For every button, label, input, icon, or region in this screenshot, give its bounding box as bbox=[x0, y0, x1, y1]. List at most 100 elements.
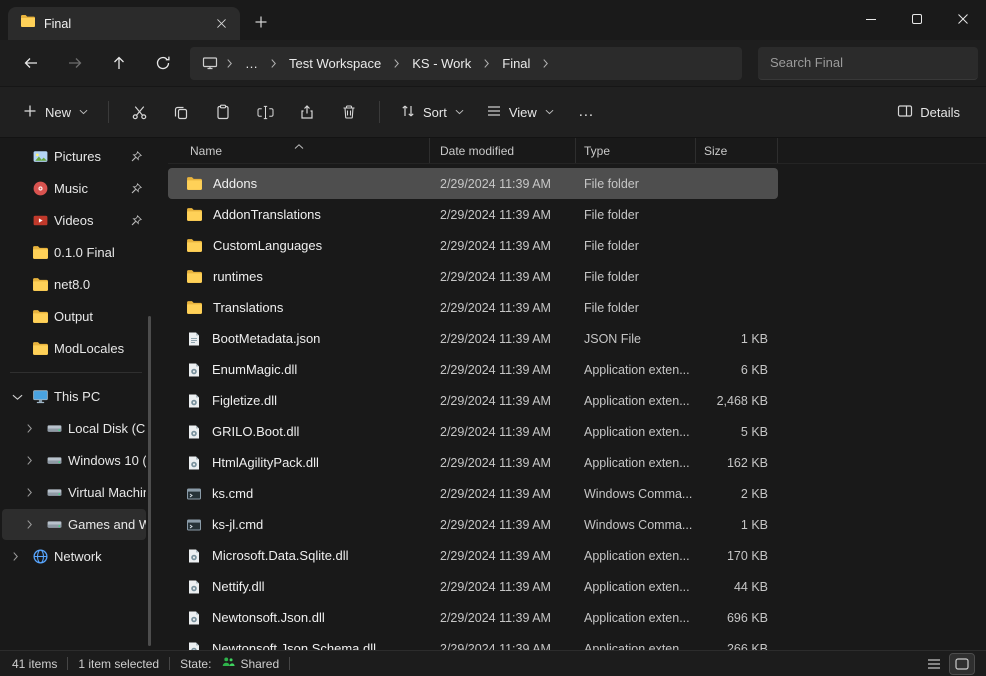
chevron-down-icon[interactable] bbox=[12, 393, 32, 401]
column-header-type[interactable]: Type bbox=[576, 138, 696, 163]
column-header-size[interactable]: Size bbox=[696, 138, 778, 163]
new-tab-button[interactable] bbox=[246, 7, 276, 37]
folder-icon bbox=[186, 206, 203, 223]
chevron-right-icon[interactable] bbox=[224, 58, 235, 69]
sidebar-item-net8-0[interactable]: net8.0 bbox=[2, 269, 146, 300]
drive-icon bbox=[46, 516, 68, 533]
file-date-modified: 2/29/2024 11:39 AM bbox=[430, 239, 576, 253]
status-divider bbox=[289, 657, 290, 670]
address-bar[interactable]: … Test Workspace KS - Work Final bbox=[190, 47, 742, 80]
file-row-addons[interactable]: Addons2/29/2024 11:39 AMFile folder bbox=[168, 168, 778, 199]
chevron-right-icon[interactable] bbox=[391, 58, 402, 69]
file-type: Application exten... bbox=[576, 611, 696, 625]
sidebar-item-windows-10-d[interactable]: Windows 10 (D bbox=[2, 445, 146, 476]
sort-button[interactable]: Sort bbox=[390, 94, 474, 130]
file-size: 170 KB bbox=[696, 549, 778, 563]
delete-button[interactable] bbox=[329, 94, 369, 130]
file-row-enummagic-dll[interactable]: EnumMagic.dll2/29/2024 11:39 AMApplicati… bbox=[168, 354, 778, 385]
file-name-cell: Newtonsoft.Json.dll bbox=[168, 610, 430, 626]
file-row-runtimes[interactable]: runtimes2/29/2024 11:39 AMFile folder bbox=[168, 261, 778, 292]
file-row-ks-jl-cmd[interactable]: ks-jl.cmd2/29/2024 11:39 AMWindows Comma… bbox=[168, 509, 778, 540]
file-row-ks-cmd[interactable]: ks.cmd2/29/2024 11:39 AMWindows Comma...… bbox=[168, 478, 778, 509]
file-row-newtonsoft-json-schema-dll[interactable]: Newtonsoft.Json.Schema.dll2/29/2024 11:3… bbox=[168, 633, 778, 650]
tab-final[interactable]: Final bbox=[8, 7, 240, 40]
tab-close-icon[interactable] bbox=[210, 13, 232, 35]
file-row-bootmetadata-json[interactable]: BootMetadata.json2/29/2024 11:39 AMJSON … bbox=[168, 323, 778, 354]
details-view-icon[interactable] bbox=[922, 654, 946, 674]
chevron-right-icon[interactable] bbox=[26, 423, 46, 434]
forward-button[interactable] bbox=[58, 47, 92, 79]
details-pane-button[interactable]: Details bbox=[887, 94, 970, 130]
sidebar-item-output[interactable]: Output bbox=[2, 301, 146, 332]
details-button-label: Details bbox=[920, 105, 960, 120]
monitor-icon[interactable] bbox=[196, 55, 222, 71]
column-header-name[interactable]: Name bbox=[168, 138, 430, 163]
sidebar-item-network[interactable]: Network bbox=[2, 541, 146, 572]
new-button[interactable]: New bbox=[12, 94, 98, 130]
file-size: 5 KB bbox=[696, 425, 778, 439]
file-row-translations[interactable]: Translations2/29/2024 11:39 AMFile folde… bbox=[168, 292, 778, 323]
up-button[interactable] bbox=[102, 47, 136, 79]
file-row-customlanguages[interactable]: CustomLanguages2/29/2024 11:39 AMFile fo… bbox=[168, 230, 778, 261]
sidebar-item-0-1-0-final[interactable]: 0.1.0 Final bbox=[2, 237, 146, 268]
chevron-right-icon[interactable] bbox=[26, 487, 46, 498]
sidebar-item-modlocales[interactable]: ModLocales bbox=[2, 333, 146, 364]
chevron-right-icon[interactable] bbox=[26, 455, 46, 466]
chevron-right-icon[interactable] bbox=[12, 551, 32, 562]
search-input[interactable] bbox=[758, 55, 978, 70]
chevron-right-icon[interactable] bbox=[26, 519, 46, 530]
pin-icon bbox=[130, 182, 146, 195]
sidebar-item-games-and-wo[interactable]: Games and Wo bbox=[2, 509, 146, 540]
copy-button[interactable] bbox=[161, 94, 201, 130]
file-date-modified: 2/29/2024 11:39 AM bbox=[430, 456, 576, 470]
file-row-nettify-dll[interactable]: Nettify.dll2/29/2024 11:39 AMApplication… bbox=[168, 571, 778, 602]
breadcrumb-test-workspace[interactable]: Test Workspace bbox=[281, 52, 389, 75]
file-row-grilo-boot-dll[interactable]: GRILO.Boot.dll2/29/2024 11:39 AMApplicat… bbox=[168, 416, 778, 447]
details-pane-icon bbox=[897, 103, 913, 122]
back-button[interactable] bbox=[14, 47, 48, 79]
paste-button[interactable] bbox=[203, 94, 243, 130]
large-icons-view-icon[interactable] bbox=[950, 654, 974, 674]
rename-button[interactable] bbox=[245, 94, 285, 130]
minimize-button[interactable] bbox=[848, 0, 894, 38]
videos-icon bbox=[32, 212, 54, 229]
sidebar-item-pictures[interactable]: Pictures bbox=[2, 141, 146, 172]
file-type: Windows Comma... bbox=[576, 518, 696, 532]
breadcrumb-overflow[interactable]: … bbox=[237, 52, 266, 75]
breadcrumb-ks-work[interactable]: KS - Work bbox=[404, 52, 479, 75]
dll-file-icon bbox=[186, 610, 202, 626]
dll-file-icon bbox=[186, 455, 202, 471]
sidebar-item-videos[interactable]: Videos bbox=[2, 205, 146, 236]
search-box bbox=[758, 47, 978, 80]
cmd-file-icon bbox=[186, 486, 202, 502]
file-row-figletize-dll[interactable]: Figletize.dll2/29/2024 11:39 AMApplicati… bbox=[168, 385, 778, 416]
chevron-right-icon[interactable] bbox=[540, 58, 551, 69]
sidebar-item-label: Pictures bbox=[54, 149, 130, 164]
file-row-microsoft-data-sqlite-dll[interactable]: Microsoft.Data.Sqlite.dll2/29/2024 11:39… bbox=[168, 540, 778, 571]
maximize-button[interactable] bbox=[894, 0, 940, 38]
file-name: ks.cmd bbox=[212, 486, 253, 501]
file-row-newtonsoft-json-dll[interactable]: Newtonsoft.Json.dll2/29/2024 11:39 AMApp… bbox=[168, 602, 778, 633]
sidebar-item-label: net8.0 bbox=[54, 277, 146, 292]
share-button[interactable] bbox=[287, 94, 327, 130]
cut-button[interactable] bbox=[119, 94, 159, 130]
chevron-right-icon[interactable] bbox=[268, 58, 279, 69]
column-header-date-modified[interactable]: Date modified bbox=[430, 138, 576, 163]
sidebar-item-label: Videos bbox=[54, 213, 130, 228]
sidebar-item-local-disk-c[interactable]: Local Disk (C:) bbox=[2, 413, 146, 444]
close-button[interactable] bbox=[940, 0, 986, 38]
refresh-button[interactable] bbox=[146, 47, 180, 79]
sidebar-item-virtual-machin[interactable]: Virtual Machin bbox=[2, 477, 146, 508]
more-options-button[interactable]: … bbox=[566, 94, 606, 130]
sidebar-item-this-pc[interactable]: This PC bbox=[2, 381, 146, 412]
file-type: Application exten... bbox=[576, 580, 696, 594]
file-date-modified: 2/29/2024 11:39 AM bbox=[430, 580, 576, 594]
breadcrumb-final[interactable]: Final bbox=[494, 52, 538, 75]
sidebar-scrollbar[interactable] bbox=[148, 316, 151, 646]
file-row-htmlagilitypack-dll[interactable]: HtmlAgilityPack.dll2/29/2024 11:39 AMApp… bbox=[168, 447, 778, 478]
chevron-right-icon[interactable] bbox=[481, 58, 492, 69]
file-row-addontranslations[interactable]: AddonTranslations2/29/2024 11:39 AMFile … bbox=[168, 199, 778, 230]
state-label: State: bbox=[180, 657, 211, 671]
view-button[interactable]: View bbox=[476, 94, 564, 130]
sidebar-item-music[interactable]: Music bbox=[2, 173, 146, 204]
